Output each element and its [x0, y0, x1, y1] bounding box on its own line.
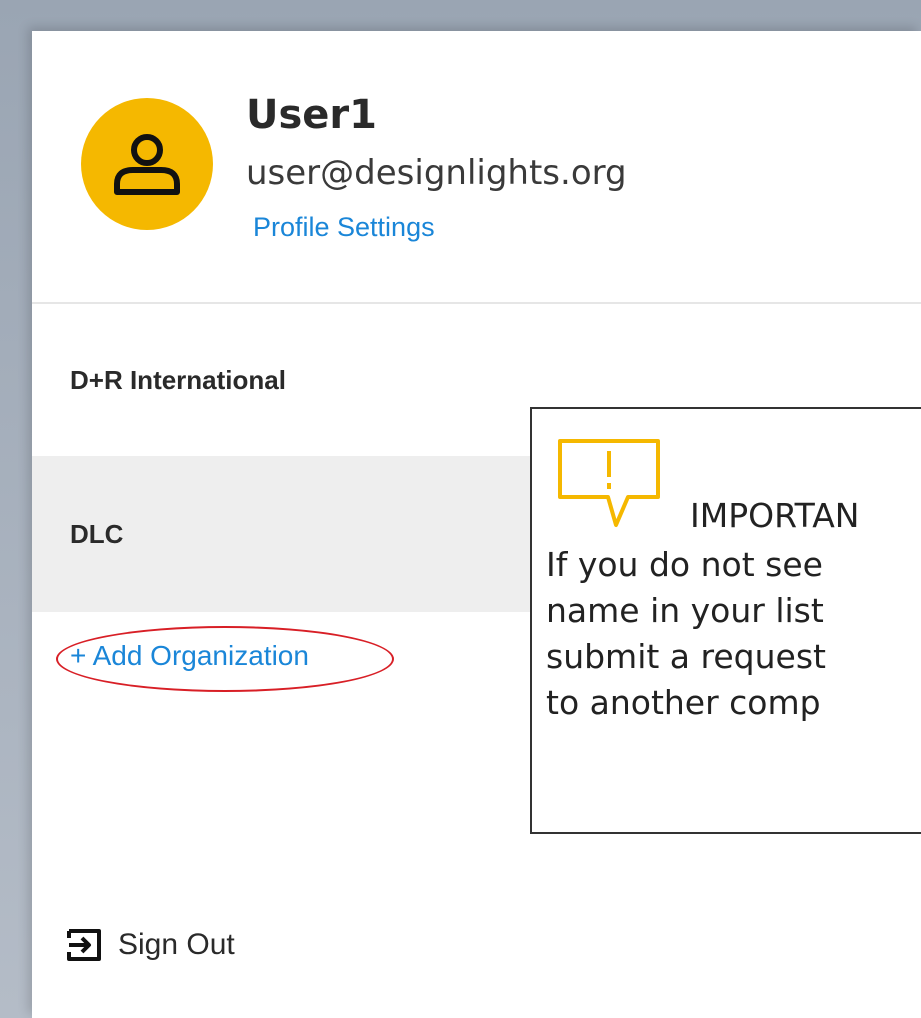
- org-item-label: DLC: [70, 519, 124, 549]
- avatar: [81, 98, 213, 230]
- callout-title: IMPORTAN: [690, 496, 860, 535]
- callout-line: to another comp: [546, 683, 821, 722]
- callout-line: submit a request: [546, 637, 826, 676]
- divider: [32, 302, 921, 304]
- callout-body: If you do not see name in your list subm…: [546, 542, 921, 726]
- org-item-label: D+R International: [70, 365, 286, 395]
- callout-line: If you do not see: [546, 545, 823, 584]
- user-email: user@designlights.org: [246, 153, 627, 193]
- important-callout: IMPORTAN If you do not see name in your …: [530, 407, 921, 834]
- profile-settings-link[interactable]: Profile Settings: [253, 212, 435, 243]
- user-icon: [114, 134, 180, 195]
- sign-out-button[interactable]: Sign Out: [66, 928, 235, 962]
- user-name: User1: [246, 92, 377, 138]
- warning-speech-bubble-icon: [558, 439, 660, 527]
- callout-line: name in your list: [546, 591, 824, 630]
- sign-out-label: Sign Out: [118, 928, 235, 961]
- highlight-ring: [56, 626, 394, 692]
- sign-out-icon: [67, 929, 101, 961]
